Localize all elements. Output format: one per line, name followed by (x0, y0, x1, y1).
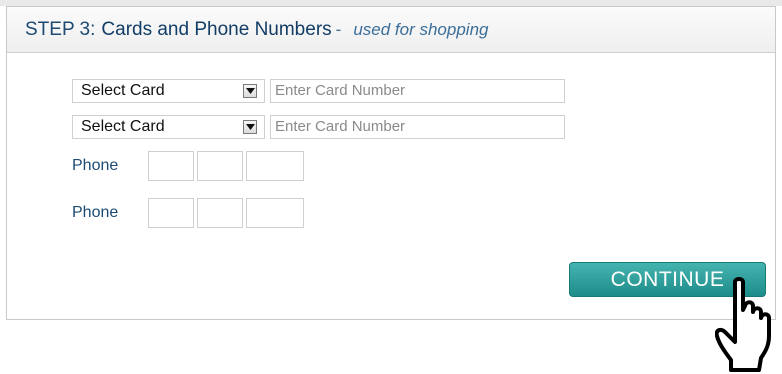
card-type-select[interactable]: Select Card (72, 115, 265, 139)
phone-label: Phone (72, 157, 119, 174)
phone-line-number-input[interactable] (246, 198, 304, 228)
phone-area-code-input[interactable] (148, 198, 194, 228)
phone-row: Phone (72, 151, 307, 181)
step-header: STEP 3: Cards and Phone Numbers - used f… (7, 7, 775, 53)
dropdown-arrow-icon[interactable] (243, 84, 257, 98)
step-number: STEP 3: (25, 18, 96, 40)
card-row: Select Card Enter Card Number (72, 79, 565, 103)
step-separator: - (335, 19, 342, 39)
card-number-input[interactable]: Enter Card Number (270, 115, 565, 139)
step-subtitle: used for shopping (353, 19, 489, 39)
phone-line-number-input[interactable] (246, 151, 304, 181)
phone-area-code-input[interactable] (148, 151, 194, 181)
step-title: Cards and Phone Numbers (101, 18, 332, 40)
phone-label: Phone (72, 204, 119, 221)
dropdown-arrow-icon[interactable] (243, 120, 257, 134)
pointing-hand-cursor-icon (715, 277, 771, 372)
card-type-select-value: Select Card (81, 82, 165, 99)
card-type-select[interactable]: Select Card (72, 79, 265, 103)
card-number-input[interactable]: Enter Card Number (270, 79, 565, 103)
card-type-select-value: Select Card (81, 118, 165, 135)
phone-prefix-input[interactable] (197, 151, 243, 181)
phone-row: Phone (72, 198, 307, 228)
phone-prefix-input[interactable] (197, 198, 243, 228)
card-row: Select Card Enter Card Number (72, 115, 565, 139)
